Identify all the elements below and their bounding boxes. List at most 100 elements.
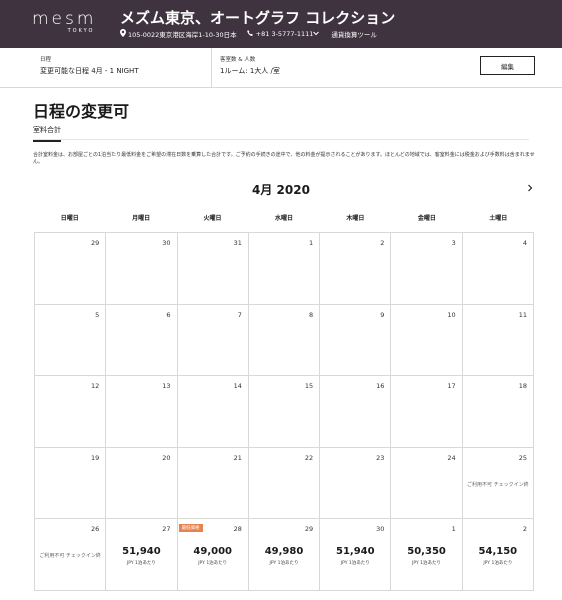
calendar-day: 7 <box>177 304 249 377</box>
calendar-day: 23 <box>320 447 392 520</box>
calendar-day[interactable]: 2 54,150 JPY 1泊あたり <box>462 519 534 591</box>
calendar-day: 10 <box>391 304 463 377</box>
calendar-day: 9 <box>320 304 392 377</box>
calendar-day[interactable]: 1 50,350 JPY 1泊あたり <box>391 519 463 591</box>
per-night-label: JPY 1泊あたり <box>198 561 228 567</box>
day-number: 30 <box>376 525 385 534</box>
day-number: 13 <box>162 382 171 391</box>
unavailable-label: ご利用不可 チェックイン終 <box>39 553 101 560</box>
day-number: 8 <box>309 310 314 319</box>
site-header: mesm TOKYO メズム東京、オートグラフ コレクション 105-0022東… <box>0 0 562 48</box>
calendar-day[interactable]: 30 51,940 JPY 1泊あたり <box>320 519 392 591</box>
per-night-label: JPY 1泊あたり <box>269 561 299 567</box>
calendar-day[interactable]: 29 49,980 JPY 1泊あたり <box>248 519 321 591</box>
day-number: 15 <box>304 382 314 391</box>
phone-icon <box>246 29 254 39</box>
edit-button[interactable]: 編集 <box>480 56 535 75</box>
lowest-price-badge: 最低価格 <box>178 524 203 533</box>
day-number: 4 <box>522 239 527 247</box>
calendar-day: 4 <box>462 233 534 305</box>
day-number: 29 <box>91 239 100 247</box>
weekday-thu: 木曜日 <box>346 215 365 222</box>
rate-disclaimer: 合計室料金は、お部屋ごとの1泊当たり最低料金をご希望の滞在日数を乗算した合計です… <box>33 152 535 165</box>
per-night-label: JPY 1泊あたり <box>340 561 370 567</box>
calendar-day: 16 <box>320 376 392 448</box>
rooms-summary[interactable]: 客室数 & 人数 1ルーム: 1大人 /室 <box>212 48 412 88</box>
calendar-day: 1 <box>248 233 321 305</box>
tab-divider <box>33 139 529 140</box>
nightly-price: 50,350 <box>407 546 446 558</box>
nightly-price: 54,150 <box>478 546 518 558</box>
rooms-value: 1ルーム: 1大人 /室 <box>220 67 280 75</box>
nightly-price: 51,940 <box>335 546 375 558</box>
chevron-down-icon[interactable] <box>313 30 320 38</box>
day-number: 26 <box>91 525 100 534</box>
day-number: 21 <box>233 453 242 462</box>
day-number: 5 <box>95 310 100 319</box>
calendar-day: 26 ご利用不可 チェックイン終 <box>35 519 107 591</box>
calendar-day: 18 <box>462 376 534 448</box>
weekday-sun: 日曜日 <box>60 215 79 222</box>
calendar-day: 22 <box>248 447 321 520</box>
calendar-month: 4月 2020 <box>252 183 310 197</box>
weekday-fri: 金曜日 <box>417 215 436 222</box>
calendar-day: 30 <box>106 233 178 305</box>
calendar-day: 31 <box>177 233 249 305</box>
hotel-address[interactable]: 105-0022東京港区海岸1-10-30日本 <box>128 29 237 39</box>
rooms-label: 客室数 & 人数 <box>220 57 256 63</box>
calendar-day[interactable]: 最低価格 28 49,000 JPY 1泊あたり <box>177 519 249 591</box>
hotel-info-row: 105-0022東京港区海岸1-10-30日本 +81 3-5777-1111 … <box>120 29 377 39</box>
unavailable-label: ご利用不可 チェックイン終 <box>467 481 529 488</box>
calendar-day: 21 <box>177 447 249 520</box>
day-number: 12 <box>91 382 100 391</box>
weekday-sat: 土曜日 <box>489 215 508 222</box>
day-number: 1 <box>309 239 314 247</box>
calendar-day[interactable]: 27 51,940 JPY 1泊あたり <box>106 519 178 591</box>
calendar-day: 13 <box>106 376 178 448</box>
day-number: 14 <box>233 382 242 391</box>
page-title: 日程の変更可 <box>33 102 130 121</box>
day-number: 27 <box>162 525 171 534</box>
day-number: 31 <box>233 239 242 247</box>
hotel-phone[interactable]: +81 3-5777-1111 <box>256 30 314 38</box>
map-pin-icon <box>120 29 126 39</box>
next-month-icon[interactable] <box>527 184 533 195</box>
weekday-header: 日曜日 月曜日 火曜日 水曜日 木曜日 金曜日 土曜日 <box>34 213 534 225</box>
calendar-day: 3 <box>391 233 463 305</box>
calendar-day: 20 <box>106 447 178 520</box>
logo-wordmark: mesm <box>32 9 97 29</box>
day-number: 28 <box>233 525 242 534</box>
calendar-day: 29 <box>35 233 107 305</box>
per-night-label: JPY 1泊あたり <box>412 561 442 567</box>
calendar-day: 6 <box>106 304 178 377</box>
calendar-day: 2 <box>320 233 392 305</box>
per-night-label: JPY 1泊あたり <box>483 561 513 567</box>
day-number: 1 <box>451 525 456 534</box>
nightly-price: 49,000 <box>193 546 232 558</box>
hotel-name: メズム東京、オートグラフ コレクション <box>120 9 396 27</box>
day-number: 6 <box>166 310 171 319</box>
day-number: 25 <box>518 453 527 462</box>
nightly-price: 51,940 <box>122 546 161 558</box>
day-number: 24 <box>447 453 456 462</box>
day-number: 11 <box>518 310 527 319</box>
weekday-mon: 月曜日 <box>132 215 151 222</box>
dates-summary[interactable]: 日程 変更可能な日程 4月 - 1 NIGHT <box>0 48 212 88</box>
per-night-label: JPY 1泊あたり <box>126 561 156 567</box>
calendar-day: 12 <box>35 376 107 448</box>
calendar-day: 8 <box>248 304 321 377</box>
dates-value: 変更可能な日程 4月 - 1 NIGHT <box>40 67 139 75</box>
calendar-day: 25 ご利用不可 チェックイン終 <box>462 447 534 520</box>
calendar-day: 14 <box>177 376 249 448</box>
day-number: 7 <box>237 310 242 319</box>
calendar-day: 17 <box>391 376 463 448</box>
calendar-day: 15 <box>248 376 321 448</box>
nightly-price: 49,980 <box>264 546 304 558</box>
day-number: 10 <box>447 310 456 319</box>
calendar-day: 24 <box>391 447 463 520</box>
day-number: 29 <box>304 525 314 534</box>
day-number: 20 <box>162 453 171 462</box>
day-number: 19 <box>91 453 100 462</box>
hotel-logo[interactable]: mesm TOKYO <box>32 9 112 34</box>
currency-converter-link[interactable]: 通貨換算ツール <box>331 29 377 39</box>
